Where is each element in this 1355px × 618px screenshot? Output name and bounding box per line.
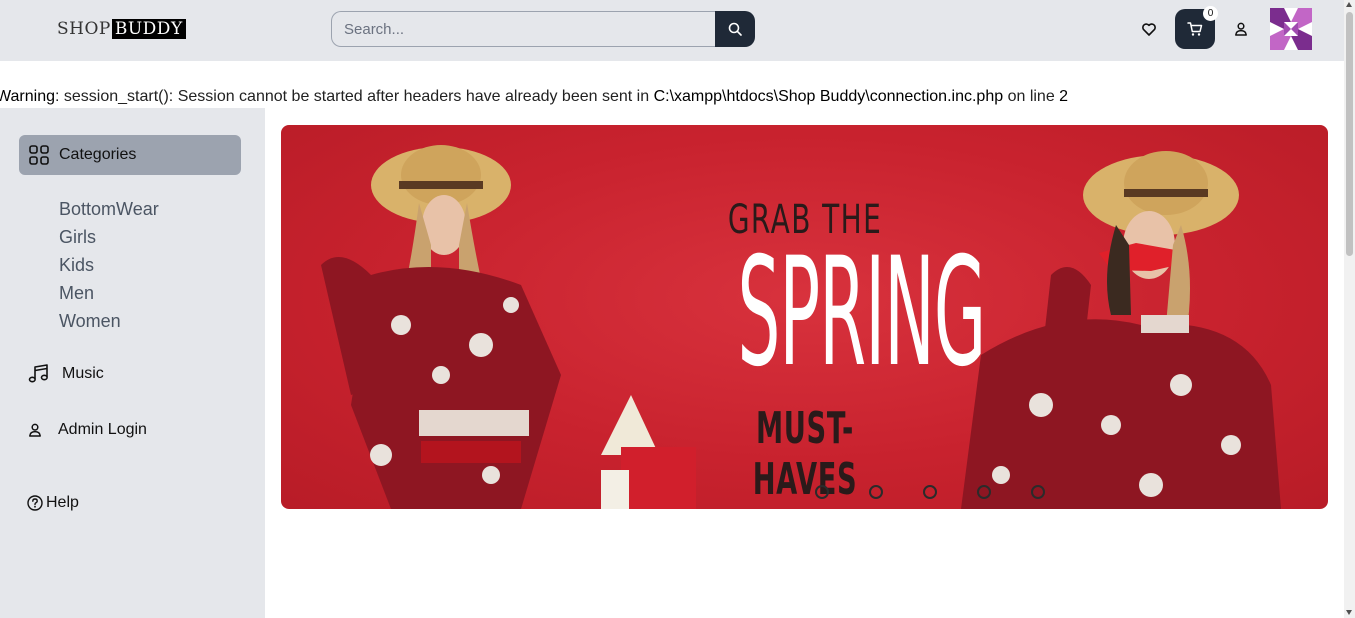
sidebar-item-music[interactable]: Music bbox=[28, 364, 104, 384]
search-icon bbox=[728, 22, 742, 36]
logo-text-buddy: BUDDY bbox=[111, 19, 186, 39]
scroll-down-arrow[interactable] bbox=[1346, 610, 1352, 615]
user-icon bbox=[29, 423, 41, 437]
categories-button[interactable]: Categories bbox=[19, 135, 241, 175]
search-input[interactable] bbox=[331, 11, 715, 47]
warning-on-line: on line bbox=[1003, 88, 1060, 105]
user-icon bbox=[1235, 22, 1247, 36]
music-note-icon bbox=[28, 364, 48, 383]
category-item-men[interactable]: Men bbox=[59, 282, 159, 310]
page-scrollbar[interactable] bbox=[1344, 0, 1355, 618]
scrollbar-thumb[interactable] bbox=[1346, 12, 1353, 256]
cart-icon bbox=[1187, 22, 1203, 36]
admin-login-label: Admin Login bbox=[58, 421, 147, 438]
search-button[interactable] bbox=[715, 11, 755, 47]
wishlist-button[interactable] bbox=[1139, 19, 1159, 39]
avatar[interactable] bbox=[1270, 8, 1312, 50]
carousel-dot-3[interactable] bbox=[923, 485, 937, 499]
top-navbar: SHOP BUDDY 0 bbox=[0, 0, 1344, 61]
carousel-dot-2[interactable] bbox=[869, 485, 883, 499]
help-label: Help bbox=[46, 494, 79, 511]
warning-text: : session_start(): Session cannot be sta… bbox=[54, 88, 654, 105]
carousel-dot-5[interactable] bbox=[1031, 485, 1045, 499]
category-item-kids[interactable]: Kids bbox=[59, 254, 159, 282]
category-list: BottomWear Girls Kids Men Women bbox=[59, 198, 159, 338]
sidebar-item-help[interactable]: Help bbox=[27, 494, 79, 512]
sidebar: Categories BottomWear Girls Kids Men Wom… bbox=[0, 108, 265, 618]
shop-buddy-logo[interactable]: SHOP BUDDY bbox=[57, 18, 186, 40]
help-circle-icon bbox=[27, 495, 43, 511]
carousel-dot-4[interactable] bbox=[977, 485, 991, 499]
heart-icon bbox=[1142, 22, 1156, 36]
sidebar-item-admin-login[interactable]: Admin Login bbox=[28, 421, 147, 439]
carousel-indicators bbox=[815, 485, 1045, 499]
warning-prefix: Warning bbox=[0, 88, 55, 105]
account-button[interactable] bbox=[1231, 19, 1251, 39]
warning-file-path: C:\xampp\htdocs\Shop Buddy\connection.in… bbox=[653, 88, 1004, 105]
cart-count-badge: 0 bbox=[1203, 6, 1218, 21]
grid-icon bbox=[29, 145, 49, 165]
categories-label: Categories bbox=[59, 146, 137, 163]
category-item-women[interactable]: Women bbox=[59, 310, 159, 338]
php-warning-message: Warning: session_start(): Session cannot… bbox=[0, 88, 1068, 106]
hero-carousel[interactable]: GRAB THE SPRING MUST-HAVES bbox=[281, 125, 1328, 509]
logo-text-shop: SHOP bbox=[57, 19, 111, 39]
category-item-bottomwear[interactable]: BottomWear bbox=[59, 198, 159, 226]
warning-line-number: 2 bbox=[1059, 88, 1069, 105]
scroll-up-arrow[interactable] bbox=[1346, 2, 1352, 7]
search-bar bbox=[331, 11, 755, 47]
carousel-dot-1[interactable] bbox=[815, 485, 829, 499]
category-item-girls[interactable]: Girls bbox=[59, 226, 159, 254]
music-label: Music bbox=[62, 365, 104, 382]
banner-line-spring: SPRING bbox=[737, 226, 987, 400]
